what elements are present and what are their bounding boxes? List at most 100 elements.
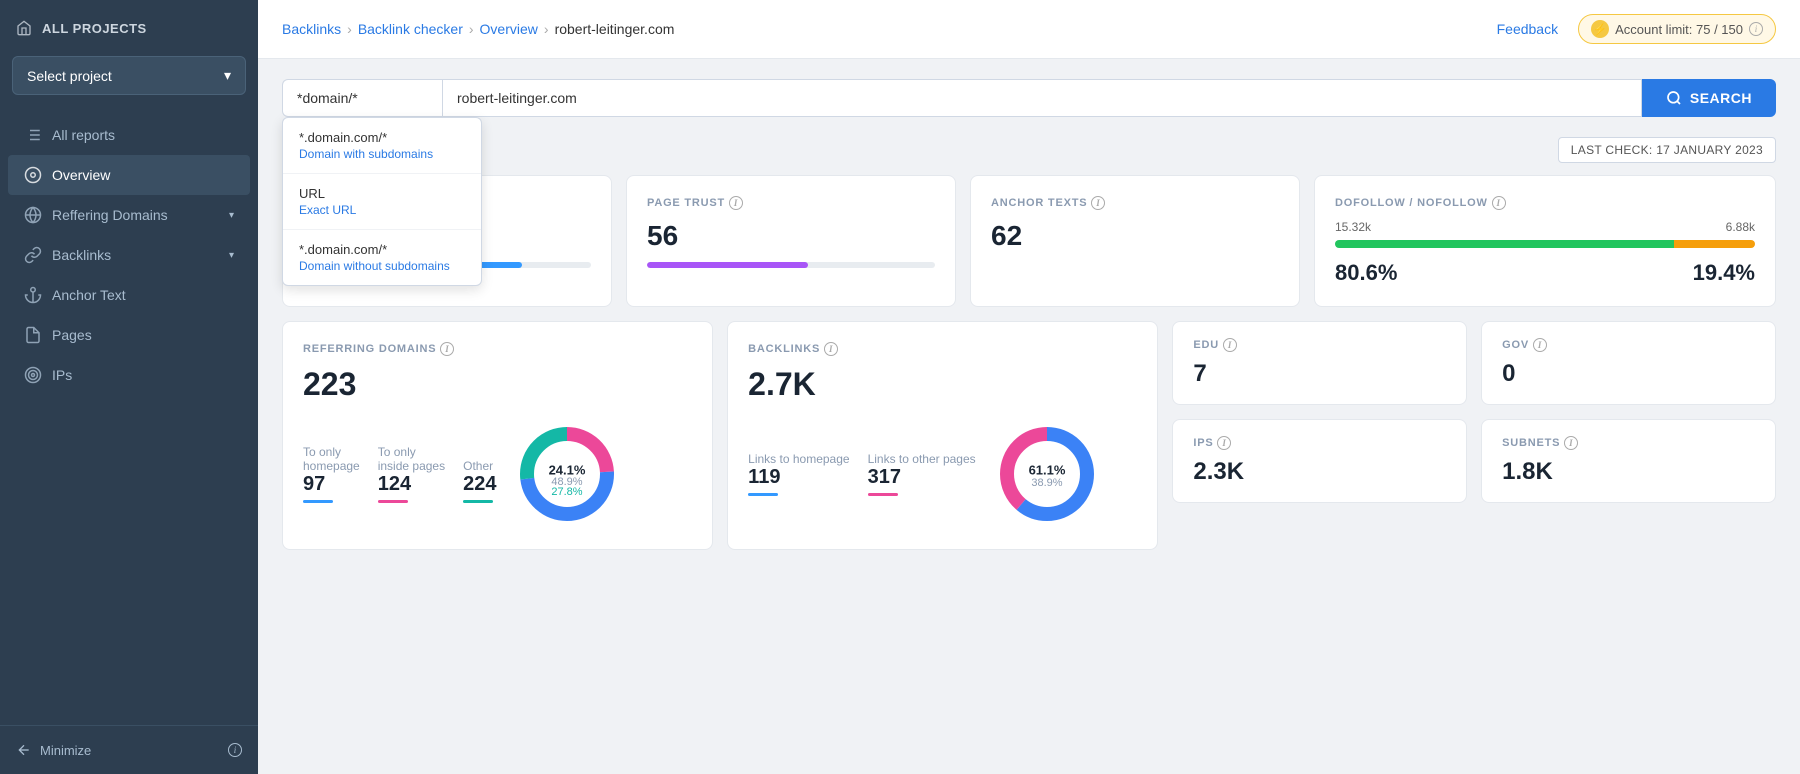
arrow-left-icon [16, 742, 32, 758]
rd-sub-bar-2 [463, 500, 493, 503]
dofollow-card: DOFOLLOW / NOFOLLOW i 15.32k 6.88k 80.6%… [1314, 175, 1776, 307]
breadcrumb-overview[interactable]: Overview [480, 21, 538, 37]
project-select-label: Select project [27, 68, 112, 84]
bl-sub-0: Links to homepage 119 [748, 452, 849, 496]
rd-sub-bar-0 [303, 500, 333, 503]
sidebar-item-anchor-text[interactable]: Anchor Text [8, 275, 250, 315]
chevron-down-icon: ▾ [224, 67, 231, 84]
dropdown-title-0: *.domain.com/* [299, 130, 465, 145]
help-icon[interactable]: i [228, 743, 242, 757]
gov-card: GOV i 0 [1481, 321, 1776, 405]
ips-subnets-row: IPS i 2.3K SUBNETS i 1.8K [1172, 419, 1776, 503]
subnets-info[interactable]: i [1564, 436, 1578, 450]
domain-filter-dropdown: *.domain.com/* Domain with subdomains UR… [282, 117, 482, 286]
file-icon [24, 326, 42, 344]
sidebar-item-label: Overview [52, 167, 110, 183]
gov-info[interactable]: i [1533, 338, 1547, 352]
rd-sub-num-1: 124 [378, 473, 445, 496]
sidebar-footer: Minimize i [0, 725, 258, 774]
account-limit-badge[interactable]: ⚡ Account limit: 75 / 150 i [1578, 14, 1776, 44]
dropdown-item-0[interactable]: *.domain.com/* Domain with subdomains [283, 118, 481, 174]
sidebar-item-label: Backlinks [52, 247, 111, 263]
minimize-button[interactable]: Minimize [16, 742, 91, 758]
url-input[interactable] [442, 79, 1642, 117]
rd-sub-bar-1 [378, 500, 408, 503]
bl-sub-bar-1 [868, 493, 898, 496]
sidebar-item-all-reports[interactable]: All reports [8, 115, 250, 155]
page-trust-card: PAGE TRUST i 56 [626, 175, 956, 307]
subnets-value: 1.8K [1502, 458, 1755, 486]
topbar-right: Feedback ⚡ Account limit: 75 / 150 i [1497, 14, 1776, 44]
edu-info[interactable]: i [1223, 338, 1237, 352]
dropdown-title-2: *.domain.com/* [299, 242, 465, 257]
rd-sub-1: To onlyinside pages 124 [378, 445, 445, 503]
backlinks-label: BACKLINKS i [748, 342, 1137, 356]
dropdown-item-2[interactable]: *.domain.com/* Domain without subdomains [283, 230, 481, 285]
main-content: Backlinks › Backlink checker › Overview … [258, 0, 1800, 774]
domain-filter-input[interactable] [282, 79, 442, 117]
edu-value: 7 [1193, 360, 1446, 388]
sidebar-item-backlinks[interactable]: Backlinks ▾ [8, 235, 250, 275]
dofollow-green-bar [1335, 240, 1674, 248]
sidebar-nav: All reports Overview Reffering Domains ▾ [0, 111, 258, 725]
referring-domains-info[interactable]: i [440, 342, 454, 356]
account-limit-info[interactable]: i [1749, 22, 1763, 36]
page-trust-value: 56 [647, 220, 935, 252]
referring-domains-donut: 24.1% 48.9% 27.8% [512, 419, 622, 529]
ips-info[interactable]: i [1217, 436, 1231, 450]
project-select-dropdown[interactable]: Select project ▾ [12, 56, 246, 95]
backlinks-sub-items: Links to homepage 119 Links to other pag… [748, 452, 975, 496]
referring-domains-sub-items: To onlyhomepage 97 To onlyinside pages 1… [303, 445, 496, 503]
dofollow-right-count: 6.88k [1726, 220, 1755, 234]
backlinks-donut: 61.1% 38.9% [992, 419, 1102, 529]
sidebar-item-label: All reports [52, 127, 115, 143]
rd-sub-label-1: To onlyinside pages [378, 445, 445, 473]
referring-domains-card: REFERRING DOMAINS i 223 To onlyhomepage … [282, 321, 713, 550]
edu-gov-row: EDU i 7 GOV i 0 [1172, 321, 1776, 405]
dofollow-right-pct: 19.4% [1693, 260, 1755, 286]
search-row: SEARCH [282, 79, 1776, 117]
page-trust-info[interactable]: i [729, 196, 743, 210]
dropdown-sub-1: Exact URL [299, 203, 465, 217]
dropdown-sub-2: Domain without subdomains [299, 259, 465, 273]
donut-center-sub-pct2: 27.8% [552, 486, 583, 498]
subnets-label: SUBNETS i [1502, 436, 1755, 450]
sidebar-item-overview[interactable]: Overview [8, 155, 250, 195]
all-projects-header[interactable]: ALL PROJECTS [0, 0, 258, 56]
search-icon [1666, 90, 1682, 106]
list-icon [24, 126, 42, 144]
bl-sub-label-0: Links to homepage [748, 452, 849, 466]
page-trust-bar [647, 262, 808, 268]
dropdown-item-1[interactable]: URL Exact URL [283, 174, 481, 230]
search-button[interactable]: SEARCH [1642, 79, 1776, 117]
minimize-label: Minimize [40, 743, 91, 758]
subnets-card: SUBNETS i 1.8K [1481, 419, 1776, 503]
sidebar-item-pages[interactable]: Pages [8, 315, 250, 355]
sidebar-item-referring-domains[interactable]: Reffering Domains ▾ [8, 195, 250, 235]
sidebar-item-label: Anchor Text [52, 287, 126, 303]
gov-label: GOV i [1502, 338, 1755, 352]
globe-icon [24, 206, 42, 224]
breadcrumb-checker[interactable]: Backlink checker [358, 21, 463, 37]
bl-sub-1: Links to other pages 317 [868, 452, 976, 496]
all-projects-label: ALL PROJECTS [42, 21, 147, 36]
dropdown-sub-0: Domain with subdomains [299, 147, 465, 161]
dofollow-counts: 15.32k 6.88k [1335, 220, 1755, 234]
sidebar-item-ips[interactable]: IPs [8, 355, 250, 395]
backlinks-info[interactable]: i [824, 342, 838, 356]
anchor-texts-label: ANCHOR TEXTS i [991, 196, 1279, 210]
breadcrumb-domain: robert-leitinger.com [555, 21, 675, 37]
feedback-button[interactable]: Feedback [1497, 21, 1558, 37]
dofollow-left-pct: 80.6% [1335, 260, 1397, 286]
edu-label: EDU i [1193, 338, 1446, 352]
dofollow-left-count: 15.32k [1335, 220, 1371, 234]
rd-sub-num-0: 97 [303, 473, 360, 496]
breadcrumb-backlinks[interactable]: Backlinks [282, 21, 341, 37]
dofollow-orange-bar [1674, 240, 1755, 248]
last-check-row: LAST CHECK: 17 JANUARY 2023 [282, 137, 1776, 163]
rd-sub-num-2: 224 [463, 473, 496, 496]
anchor-texts-info[interactable]: i [1091, 196, 1105, 210]
dofollow-info[interactable]: i [1492, 196, 1506, 210]
edu-card: EDU i 7 [1172, 321, 1467, 405]
sidebar: ALL PROJECTS Select project ▾ All report… [0, 0, 258, 774]
